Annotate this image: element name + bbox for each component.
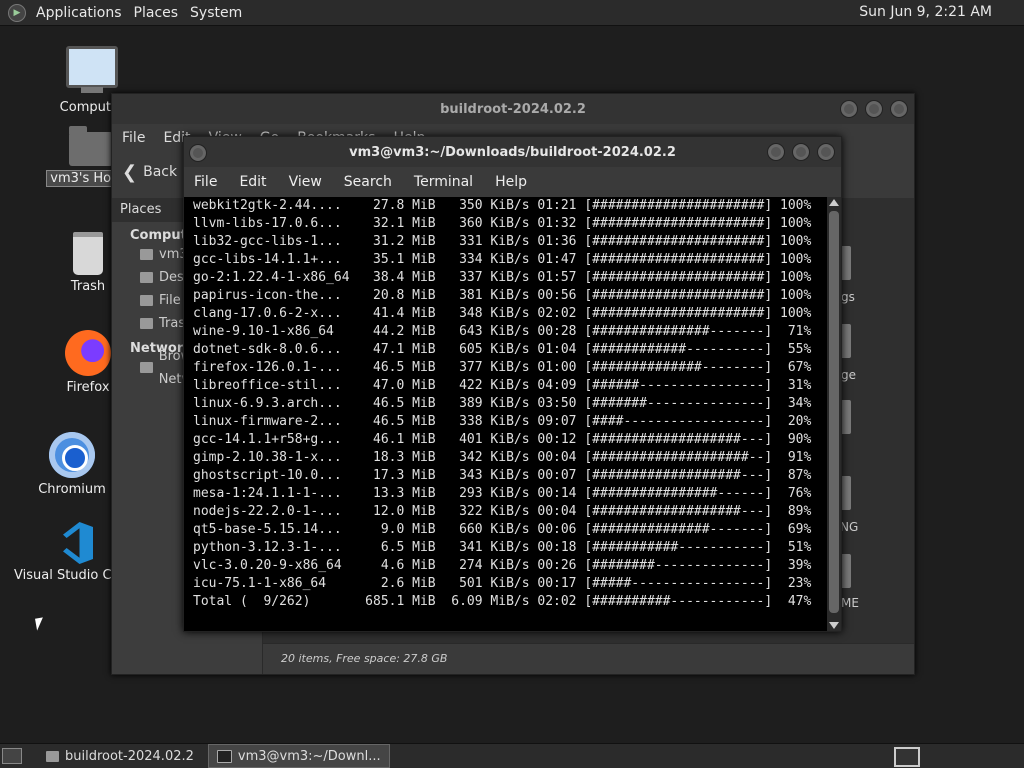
menu-edit[interactable]: Edit <box>239 174 266 190</box>
menu-search[interactable]: Search <box>344 174 392 190</box>
file-item-label: gs <box>841 290 855 304</box>
terminal-line: mesa-1:24.1.1-1-... 13.3 MiB 293 KiB/s 0… <box>193 486 812 501</box>
terminal-line: gcc-libs-14.1.1+... 35.1 MiB 334 KiB/s 0… <box>193 252 812 267</box>
terminal-line: gimp-2.10.38-1-x... 18.3 MiB 342 KiB/s 0… <box>193 450 812 465</box>
desktop-icon-chromium[interactable]: Chromium <box>32 432 112 497</box>
file-manager-titlebar[interactable]: buildroot-2024.02.2 <box>112 94 914 124</box>
scrollbar-thumb[interactable] <box>829 211 839 613</box>
menu-places[interactable]: Places <box>134 5 179 21</box>
terminal-output[interactable]: webkit2gtk-2.44.... 27.8 MiB 350 KiB/s 0… <box>184 197 827 631</box>
trash-icon <box>73 232 103 275</box>
status-bar: 20 items, Free space: 27.8 GB <box>263 643 914 674</box>
terminal-line: clang-17.0.6-2-x... 41.4 MiB 348 KiB/s 0… <box>193 306 812 321</box>
file-item-label: NG <box>840 520 859 534</box>
desktop-icon <box>140 272 153 283</box>
terminal-line: libreoffice-stil... 47.0 MiB 422 KiB/s 0… <box>193 378 812 393</box>
close-button[interactable] <box>890 100 908 118</box>
menu-terminal[interactable]: Terminal <box>414 174 473 190</box>
menu-applications[interactable]: Applications <box>36 5 122 21</box>
show-desktop-icon[interactable] <box>2 748 22 764</box>
vscode-icon <box>53 522 95 564</box>
task-file-manager[interactable]: buildroot-2024.02.2 <box>38 745 202 767</box>
terminal-icon <box>216 749 232 763</box>
terminal-line: nodejs-22.2.0-1-... 12.0 MiB 322 KiB/s 0… <box>193 504 812 519</box>
terminal-menubar: File Edit View Search Terminal Help <box>184 167 841 197</box>
maximize-button[interactable] <box>792 143 810 161</box>
terminal-line: dotnet-sdk-8.0.6... 47.1 MiB 605 KiB/s 0… <box>193 342 812 357</box>
terminal-window[interactable]: vm3@vm3:~/Downloads/buildroot-2024.02.2 … <box>183 136 842 632</box>
scroll-up-icon[interactable] <box>829 199 839 206</box>
minimize-button[interactable] <box>840 100 858 118</box>
back-button[interactable]: Back <box>143 164 177 180</box>
terminal-line: llvm-libs-17.0.6... 32.1 MiB 360 KiB/s 0… <box>193 216 812 231</box>
folder-icon <box>46 750 59 762</box>
task-terminal[interactable]: vm3@vm3:~/Downl... <box>207 744 390 768</box>
terminal-line: vlc-3.0.20-9-x86_64 4.6 MiB 274 KiB/s 00… <box>193 558 812 573</box>
menu-help[interactable]: Help <box>495 174 527 190</box>
clock[interactable]: Sun Jun 9, 2:21 AM <box>859 4 992 20</box>
menu-view[interactable]: View <box>289 174 322 190</box>
window-title: vm3@vm3:~/Downloads/buildroot-2024.02.2 <box>349 144 676 160</box>
terminal-line: qt5-base-5.15.14... 9.0 MiB 660 KiB/s 00… <box>193 522 812 537</box>
mouse-pointer-icon <box>35 617 45 631</box>
scroll-down-icon[interactable] <box>829 622 839 629</box>
terminal-line: wine-9.10-1-x86_64 44.2 MiB 643 KiB/s 00… <box>193 324 812 339</box>
terminal-line: linux-firmware-2... 46.5 MiB 338 KiB/s 0… <box>193 414 812 429</box>
minimize-button[interactable] <box>767 143 785 161</box>
maximize-button[interactable] <box>865 100 883 118</box>
terminal-line: python-3.12.3-1-... 6.5 MiB 341 KiB/s 00… <box>193 540 812 555</box>
chromium-icon <box>49 432 95 478</box>
back-arrow-icon[interactable]: ❮ <box>122 162 137 183</box>
terminal-scrollbar[interactable] <box>827 197 841 631</box>
menu-file[interactable]: File <box>194 174 217 190</box>
window-title: buildroot-2024.02.2 <box>440 101 586 117</box>
terminal-line: firefox-126.0.1-... 46.5 MiB 377 KiB/s 0… <box>193 360 812 375</box>
terminal-line: webkit2gtk-2.44.... 27.8 MiB 350 KiB/s 0… <box>193 198 812 213</box>
menu-system[interactable]: System <box>190 5 242 21</box>
terminal-line: go-2:1.22.4-1-x86_64 38.4 MiB 337 KiB/s … <box>193 270 812 285</box>
terminal-line: Total ( 9/262) 685.1 MiB 6.09 MiB/s 02:0… <box>193 594 812 609</box>
top-panel: ▶ Applications Places System Sun Jun 9, … <box>0 0 1024 26</box>
workspace-switcher[interactable] <box>894 747 920 767</box>
network-icon <box>140 362 153 373</box>
computer-icon <box>66 46 118 93</box>
drive-icon <box>140 295 153 306</box>
terminal-line: gcc-14.1.1+r58+g... 46.1 MiB 401 KiB/s 0… <box>193 432 812 447</box>
terminal-line: linux-6.9.3.arch... 46.5 MiB 389 KiB/s 0… <box>193 396 812 411</box>
terminal-line: ghostscript-10.0... 17.3 MiB 343 KiB/s 0… <box>193 468 812 483</box>
menu-logo-icon[interactable]: ▶ <box>8 3 26 22</box>
menu-file[interactable]: File <box>122 130 145 146</box>
window-menu-button[interactable] <box>189 144 207 162</box>
close-button[interactable] <box>817 143 835 161</box>
firefox-icon <box>65 330 111 376</box>
terminal-line: papirus-icon-the... 20.8 MiB 381 KiB/s 0… <box>193 288 812 303</box>
desktop-icon-label: Chromium <box>38 482 106 497</box>
terminal-line: icu-75.1-1-x86_64 2.6 MiB 501 KiB/s 00:1… <box>193 576 812 591</box>
home-icon <box>140 249 153 260</box>
trash-icon <box>140 318 153 329</box>
home-folder-icon <box>69 126 113 166</box>
terminal-line: lib32-gcc-libs-1... 31.2 MiB 331 KiB/s 0… <box>193 234 812 249</box>
terminal-titlebar[interactable]: vm3@vm3:~/Downloads/buildroot-2024.02.2 <box>184 137 841 167</box>
file-item-label: ge <box>841 368 856 382</box>
file-item-label: ME <box>841 596 859 610</box>
bottom-panel: buildroot-2024.02.2 vm3@vm3:~/Downl... <box>0 743 1024 768</box>
